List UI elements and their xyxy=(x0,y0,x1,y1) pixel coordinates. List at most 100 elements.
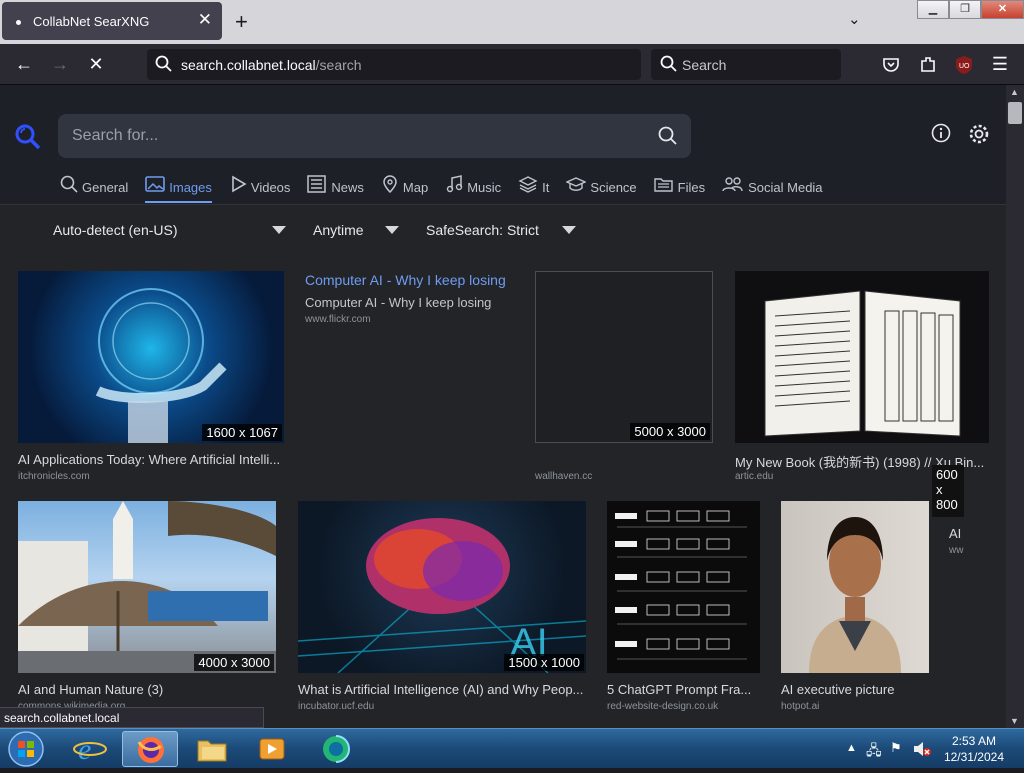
chevron-down-icon[interactable] xyxy=(272,226,286,234)
window-controls: ▁ ❐ ✕ xyxy=(917,0,1024,20)
file-explorer-icon[interactable] xyxy=(184,731,240,767)
internet-explorer-icon[interactable]: e xyxy=(62,731,118,767)
tab-social-media[interactable]: Social Media xyxy=(722,175,823,203)
result-title[interactable]: What is Artificial Intelligence (AI) and… xyxy=(298,682,588,697)
tab-it[interactable]: It xyxy=(518,175,549,203)
time-range-select[interactable]: Anytime xyxy=(313,222,364,238)
tooltip-height: 800 xyxy=(936,497,958,512)
search-header: Search for... General Images Videos News xyxy=(0,85,1006,205)
forward-icon[interactable]: → xyxy=(48,52,72,76)
system-clock[interactable]: 2:53 AM 12/31/2024 xyxy=(944,733,1004,765)
url-path: /search xyxy=(315,57,362,73)
pocket-icon[interactable] xyxy=(882,56,900,74)
play-icon xyxy=(232,175,247,193)
close-tab-icon[interactable]: ✕ xyxy=(198,10,212,30)
result-source: artic.edu xyxy=(735,471,774,482)
show-hidden-icons-icon[interactable]: ▲ xyxy=(846,742,857,754)
back-icon[interactable]: ← xyxy=(12,52,36,76)
executive-portrait-image xyxy=(809,517,901,673)
menu-icon[interactable]: ☰ xyxy=(988,52,1012,76)
windows-start-icon[interactable] xyxy=(6,730,46,768)
chevron-down-icon[interactable] xyxy=(385,226,399,234)
tab-science[interactable]: Science xyxy=(566,175,637,203)
result-subtitle: Computer AI - Why I keep losing xyxy=(305,295,492,310)
result-thumbnail[interactable]: 4000 x 3000 xyxy=(18,501,276,673)
result-title[interactable]: 5 ChatGPT Prompt Fra... xyxy=(607,682,760,697)
action-center-flag-icon[interactable]: ⚑ xyxy=(890,740,902,756)
minimize-button[interactable]: ▁ xyxy=(917,0,949,19)
tab-label: News xyxy=(331,180,364,195)
search-icon[interactable] xyxy=(658,126,678,146)
tab-map[interactable]: Map xyxy=(381,175,428,203)
tab-searxng[interactable]: CollabNet SearXNG ✕ xyxy=(2,2,222,40)
search-icon xyxy=(60,175,78,193)
url-host: search.collabnet.local xyxy=(181,57,316,73)
result-title[interactable]: AI xyxy=(949,526,989,541)
volume-muted-icon[interactable] xyxy=(912,741,932,757)
media-player-icon[interactable] xyxy=(244,731,300,767)
tab-title: CollabNet SearXNG xyxy=(33,14,150,29)
link-status-bar: search.collabnet.local xyxy=(0,707,264,728)
tab-music[interactable]: Music xyxy=(445,175,501,203)
result-thumbnail[interactable]: 5000 x 3000 xyxy=(535,271,713,443)
scrollbar-thumb[interactable] xyxy=(1008,102,1022,124)
tab-news[interactable]: News xyxy=(307,175,364,203)
result-thumbnail[interactable]: AI 1500 x 1000 xyxy=(298,501,586,673)
result-thumbnail[interactable] xyxy=(781,501,929,673)
result-thumbnail[interactable] xyxy=(607,501,760,673)
chevron-down-icon[interactable] xyxy=(562,226,576,234)
searxng-logo-icon[interactable] xyxy=(14,123,42,151)
ublock-icon[interactable]: UO xyxy=(954,55,974,75)
umbrella-building-image xyxy=(18,501,276,673)
page-scrollbar[interactable]: ▲ ▼ xyxy=(1006,85,1024,728)
tab-strip: CollabNet SearXNG ✕ + ⌄ ▁ ❐ ✕ xyxy=(0,0,1024,44)
search-filters: Auto-detect (en-US) Anytime SafeSearch: … xyxy=(0,206,1006,252)
network-icon[interactable]: 🖧 xyxy=(866,740,882,764)
result-title[interactable]: AI and Human Nature (3) xyxy=(18,682,276,697)
tab-general[interactable]: General xyxy=(60,175,128,203)
result-source: itchronicles.com xyxy=(18,471,90,482)
tab-label: Images xyxy=(169,180,212,195)
clock-date: 12/31/2024 xyxy=(943,750,1004,764)
result-source: ww xyxy=(949,545,964,556)
windows-taskbar: e ▲ 🖧 ⚑ 2:53 AM 12/31/2024 xyxy=(0,728,1024,768)
image-size-label: 4000 x 3000 xyxy=(194,654,274,671)
info-icon[interactable] xyxy=(931,123,951,143)
result-source: red-website-design.co.uk xyxy=(607,701,719,712)
graduation-cap-icon xyxy=(566,177,587,191)
tab-label: Science xyxy=(590,180,637,195)
chatgpt-prompt-infographic-image xyxy=(615,510,747,660)
image-size-label: 1500 x 1000 xyxy=(504,654,584,671)
close-window-button[interactable]: ✕ xyxy=(981,0,1024,19)
image-size-label: 5000 x 3000 xyxy=(630,423,710,440)
result-thumbnail[interactable]: 1600 x 1067 xyxy=(18,271,284,443)
searxng-page: Search for... General Images Videos News xyxy=(0,85,1006,728)
browser-search-box[interactable]: Search xyxy=(651,49,841,80)
tab-label: General xyxy=(82,180,129,195)
svg-text:e: e xyxy=(78,733,91,766)
extensions-icon[interactable] xyxy=(919,55,937,75)
svg-text:UO: UO xyxy=(959,63,970,70)
scroll-up-icon[interactable]: ▲ xyxy=(1010,87,1019,97)
url-bar[interactable]: search.collabnet.local/search xyxy=(147,49,641,80)
chevron-down-icon[interactable]: ⌄ xyxy=(848,10,861,28)
gear-icon[interactable] xyxy=(968,123,990,145)
search-input[interactable]: Search for... xyxy=(58,114,691,158)
stop-icon[interactable]: ✕ xyxy=(84,52,108,76)
app-icon[interactable] xyxy=(306,731,362,767)
tab-images[interactable]: Images xyxy=(145,175,212,203)
result-title[interactable]: AI executive picture xyxy=(781,682,929,697)
tab-files[interactable]: Files xyxy=(653,175,705,203)
result-source: www.flickr.com xyxy=(305,314,371,325)
firefox-icon[interactable] xyxy=(122,731,178,767)
result-title[interactable]: AI Applications Today: Where Artificial … xyxy=(18,452,286,467)
result-thumbnail[interactable] xyxy=(735,271,989,443)
tab-videos[interactable]: Videos xyxy=(229,175,290,203)
restore-button[interactable]: ❐ xyxy=(949,0,981,19)
safesearch-select[interactable]: SafeSearch: Strict xyxy=(426,222,539,238)
scroll-down-icon[interactable]: ▼ xyxy=(1010,716,1019,726)
search-icon xyxy=(660,55,677,72)
result-title[interactable]: Computer AI - Why I keep losing xyxy=(305,272,525,288)
new-tab-icon[interactable]: + xyxy=(235,9,248,35)
language-select[interactable]: Auto-detect (en-US) xyxy=(53,222,178,238)
